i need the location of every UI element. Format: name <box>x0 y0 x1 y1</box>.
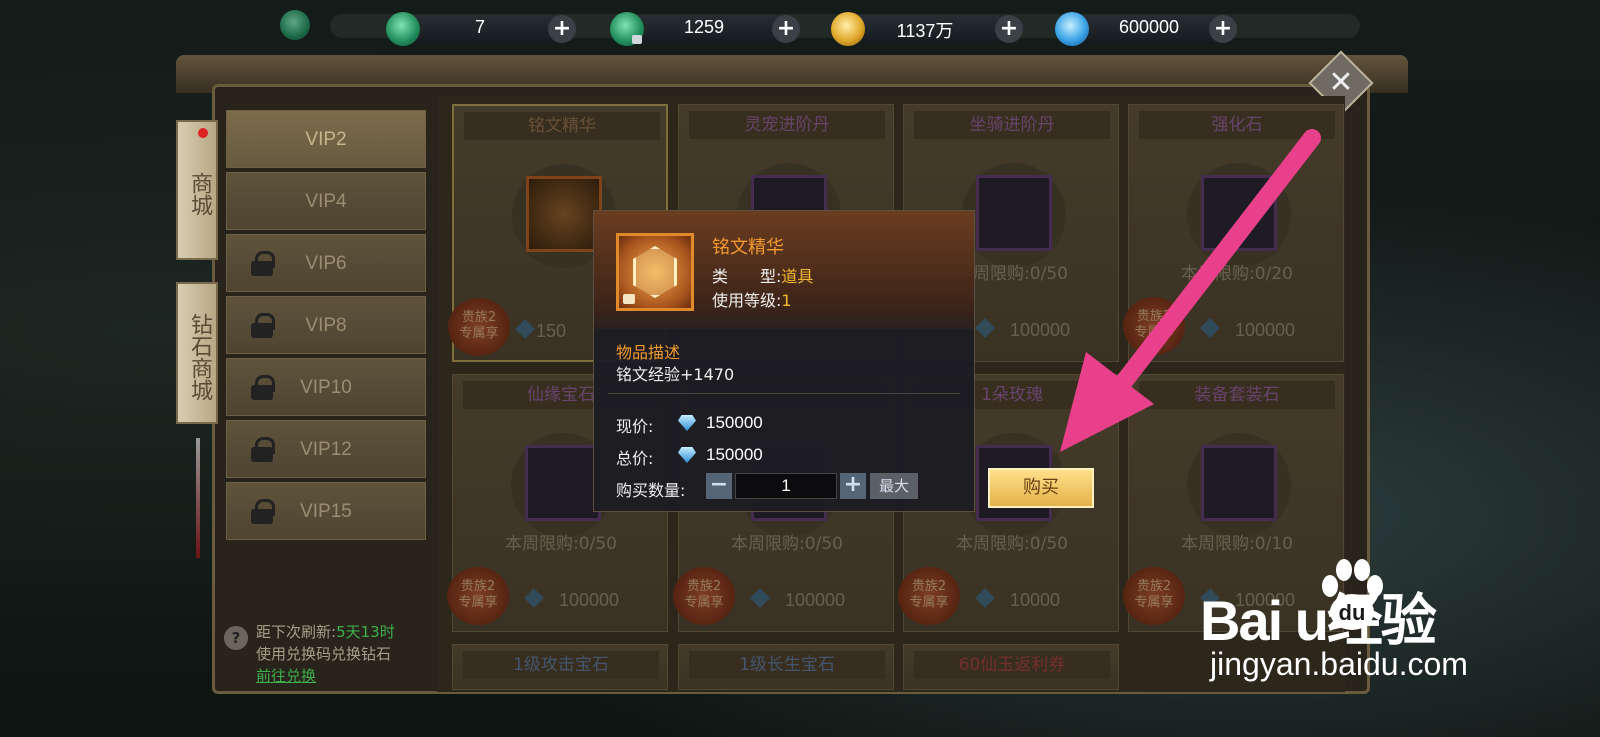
add-bound-jade-button[interactable]: + <box>772 15 800 43</box>
vip-tab-vip8[interactable]: VIP8 <box>226 296 426 354</box>
redeem-link[interactable]: 前往兑换 <box>256 666 316 687</box>
vip-label: VIP2 <box>305 129 347 150</box>
tab-label: 钻石商城 <box>187 313 212 401</box>
description-heading: 物品描述 <box>616 343 681 362</box>
jade-icon <box>386 12 420 46</box>
gold-ingot-icon <box>831 12 865 46</box>
decrease-quantity-button[interactable]: − <box>706 473 732 499</box>
vip-tab-vip12[interactable]: VIP12 <box>226 420 426 478</box>
svg-text:du: du <box>1339 600 1366 625</box>
currency-value: 7 <box>474 17 485 37</box>
bound-jade-icon <box>610 12 644 46</box>
redeem-hint: 使用兑换码兑换钻石 <box>256 645 392 663</box>
tab-diamond-shop[interactable]: 钻石商城 <box>176 282 218 424</box>
paw-icon: du <box>1322 559 1383 630</box>
item-type-row: 类 型:道具 <box>712 267 814 286</box>
lock-icon <box>251 499 275 524</box>
currency-value: 1137万 <box>896 21 954 41</box>
tab-label: 商城 <box>187 172 212 216</box>
refresh-countdown: 距下次刷新:5天13时 <box>256 623 395 641</box>
currency-value: 1259 <box>683 17 725 37</box>
max-quantity-button[interactable]: 最大 <box>870 473 918 499</box>
currency-gold: 1137万 + <box>831 12 1023 46</box>
lock-icon <box>251 437 275 462</box>
add-diamond-button[interactable]: + <box>1209 15 1237 43</box>
buy-button[interactable]: 购买 <box>988 468 1094 508</box>
currency-diamond: 600000 + <box>1055 12 1247 46</box>
vip-label: VIP12 <box>300 439 352 460</box>
item-level-row: 使用等级:1 <box>712 291 792 310</box>
quantity-input[interactable]: 1 <box>735 473 837 499</box>
currency-jade: 7 + <box>386 12 578 46</box>
add-gold-button[interactable]: + <box>995 15 1023 43</box>
diamond-icon <box>678 415 696 431</box>
increase-quantity-button[interactable]: + <box>840 473 866 499</box>
item-type-value: 道具 <box>781 267 814 286</box>
item-detail-popup: 铭文精华 类 型:道具 使用等级:1 物品描述 铭文经验+1470 现价: 15… <box>593 210 975 512</box>
currency-bound-jade: 1259 + <box>610 12 802 46</box>
current-price-label: 现价: <box>616 417 654 436</box>
vip-label: VIP6 <box>305 253 347 274</box>
lock-icon <box>623 294 635 304</box>
tab-shop[interactable]: 商城 <box>176 120 218 260</box>
annotation-arrow <box>1060 129 1321 452</box>
watermark-site: jingyan.baidu.com <box>1210 646 1468 682</box>
inscription-essence-icon <box>616 233 694 311</box>
vip-tab-vip10[interactable]: VIP10 <box>226 358 426 416</box>
jade-icon <box>280 10 310 40</box>
baidu-watermark: Bai u经验 du jingyan.baidu.com <box>1200 556 1580 686</box>
quantity-label: 购买数量: <box>616 481 686 500</box>
lock-icon <box>251 251 275 276</box>
lock-icon <box>251 375 275 400</box>
item-title: 铭文精华 <box>712 237 784 258</box>
vip-label: VIP15 <box>300 501 352 522</box>
lock-icon <box>251 313 275 338</box>
help-icon[interactable]: ? <box>224 626 248 650</box>
total-price: 150000 <box>706 445 763 464</box>
total-price-label: 总价: <box>616 449 654 468</box>
vip-label: VIP4 <box>305 191 347 212</box>
vip-tab-vip6[interactable]: VIP6 <box>226 234 426 292</box>
vip-tab-vip2[interactable]: VIP2 <box>226 110 426 168</box>
vip-label: VIP10 <box>300 377 352 398</box>
diamond-icon <box>1055 12 1089 46</box>
currency-value: 600000 <box>1118 17 1180 37</box>
item-level-value: 1 <box>781 291 792 310</box>
diamond-icon <box>678 447 696 463</box>
vip-label: VIP8 <box>305 315 347 336</box>
add-jade-button[interactable]: + <box>548 15 576 43</box>
tassel-decoration <box>196 438 200 558</box>
currency-bar: 7 + 1259 + 1137万 + 600000 + <box>280 4 1365 46</box>
notification-dot <box>198 128 208 138</box>
item-description: 铭文经验+1470 <box>616 365 735 384</box>
current-price: 150000 <box>706 413 763 432</box>
vip-tab-vip4[interactable]: VIP4 <box>226 172 426 230</box>
vip-tab-vip15[interactable]: VIP15 <box>226 482 426 540</box>
refresh-time: 5天13时 <box>336 623 395 641</box>
